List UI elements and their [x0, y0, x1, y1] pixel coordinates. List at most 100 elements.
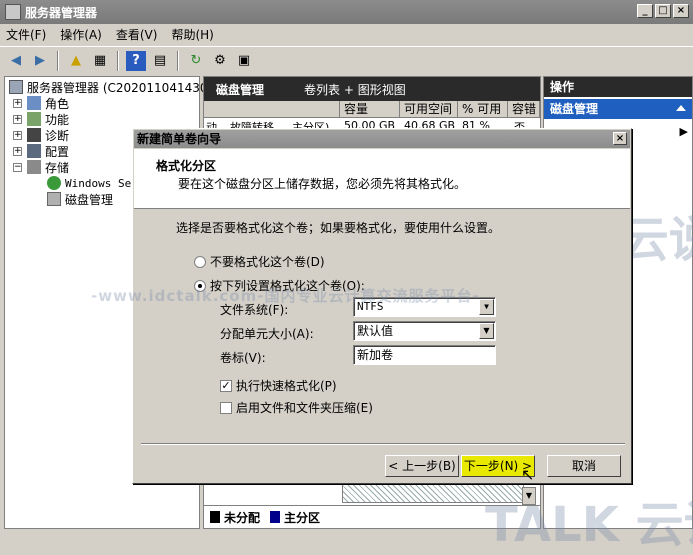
disk-management-icon — [47, 192, 61, 206]
features-icon — [27, 112, 41, 126]
option-do-not-format[interactable]: 不要格式化这个卷(D) — [194, 253, 325, 270]
dialog-title: 新建简单卷向导 — [134, 130, 630, 148]
properties-icon[interactable]: ▤ — [150, 51, 170, 71]
option-label: 不要格式化这个卷(D) — [210, 255, 325, 269]
menu-file[interactable]: 文件(F) — [6, 26, 46, 43]
button-separator — [141, 443, 625, 445]
refresh-icon[interactable]: ↻ — [186, 51, 206, 71]
roles-icon — [27, 96, 41, 110]
allocation-label: 分配单元大小(A): — [220, 327, 314, 341]
tree-root-label: 服务器管理器 (C2020110414307 — [27, 80, 216, 95]
legend-primary: 主分区 — [284, 510, 321, 525]
allocation-combo[interactable]: 默认值 ▼ — [353, 321, 496, 341]
column-header-capacity[interactable]: 容量 — [340, 101, 400, 118]
menu-action[interactable]: 操作(A) — [60, 26, 102, 43]
tree-item-roles[interactable]: + 角色 — [13, 95, 69, 111]
radio-format[interactable] — [194, 279, 206, 292]
window-titlebar: 服务器管理器 — [0, 0, 693, 24]
compression-checkbox[interactable]: 启用文件和文件夹压缩(E) — [220, 399, 373, 416]
tree-item-storage[interactable]: − 存储 — [13, 159, 69, 175]
filesystem-value: NTFS — [357, 300, 384, 313]
option-format[interactable]: 按下列设置格式化这个卷(O): — [194, 277, 365, 294]
chevron-down-icon[interactable]: ▼ — [479, 323, 494, 339]
diagnostics-icon — [27, 128, 41, 142]
unallocated-swatch — [210, 511, 220, 523]
up-folder-icon[interactable]: ▲ — [66, 51, 86, 71]
toolbar: ◀ ▶ ▲ ▦ ? ▤ ↻ ⚙ ▣ — [0, 46, 693, 74]
disk-icon[interactable]: ▣ — [234, 51, 254, 71]
expand-icon[interactable]: + — [13, 114, 22, 124]
menu-help[interactable]: 帮助(H) — [171, 26, 213, 43]
server-manager-icon — [5, 4, 21, 20]
dialog-close-button[interactable]: × — [613, 132, 627, 145]
primary-swatch — [270, 511, 281, 523]
check-icon[interactable]: ✓ — [220, 379, 232, 392]
new-simple-volume-wizard: 新建简单卷向导 × 格式化分区 要在这个磁盘分区上储存数据，您必须先将其格式化。… — [91, 128, 632, 484]
wizard-step-title: 格式化分区 — [156, 159, 217, 173]
forward-arrow-icon[interactable]: ▶ — [30, 51, 50, 71]
legend-unallocated: 未分配 — [224, 510, 261, 525]
back-arrow-icon[interactable]: ◀ — [6, 51, 26, 71]
checkbox-label: 执行快速格式化(P) — [236, 379, 337, 393]
scroll-down-button[interactable]: ▼ — [522, 487, 536, 505]
tree-item-label: 配置 — [45, 144, 70, 159]
collapse-up-icon[interactable] — [676, 105, 686, 111]
chevron-down-icon[interactable]: ▼ — [479, 299, 494, 315]
toolbar-separator — [117, 50, 119, 71]
backup-icon — [47, 176, 61, 190]
expand-icon[interactable]: + — [13, 130, 22, 140]
filesystem-label: 文件系统(F): — [220, 303, 289, 317]
format-prompt: 选择是否要格式化这个卷；如果要格式化，要使用什么设置。 — [176, 221, 501, 235]
column-header-fault[interactable]: 容错 — [508, 101, 540, 118]
menu-view[interactable]: 查看(V) — [116, 26, 158, 43]
help-icon[interactable]: ? — [126, 50, 146, 71]
server-icon — [9, 80, 23, 94]
tree-root[interactable]: 服务器管理器 (C2020110414307 — [9, 79, 215, 95]
expand-icon[interactable]: + — [13, 98, 22, 108]
maximize-button[interactable]: □ — [655, 4, 671, 18]
show-tree-icon[interactable]: ▦ — [90, 51, 110, 71]
pane-header: 磁盘管理 卷列表 + 图形视图 — [204, 77, 540, 101]
minimize-button[interactable]: _ — [637, 4, 653, 18]
volume-label-input[interactable]: 新加卷 — [353, 345, 496, 365]
wizard-body: 选择是否要格式化这个卷；如果要格式化，要使用什么设置。 不要格式化这个卷(D) … — [134, 211, 630, 443]
wizard-header: 格式化分区 要在这个磁盘分区上储存数据，您必须先将其格式化。 — [134, 149, 630, 209]
option-label: 按下列设置格式化这个卷(O): — [210, 279, 365, 293]
back-button[interactable]: < 上一步(B) — [385, 455, 459, 477]
storage-icon — [27, 160, 41, 174]
window-title: 服务器管理器 — [25, 5, 98, 20]
tree-item-label: Windows Ser — [65, 176, 138, 190]
settings-icon[interactable]: ⚙ — [210, 51, 230, 71]
quick-format-checkbox[interactable]: ✓ 执行快速格式化(P) — [220, 377, 337, 394]
actions-disk-management[interactable]: 磁盘管理 — [544, 99, 692, 119]
unallocated-partition[interactable] — [342, 483, 524, 503]
expand-icon[interactable]: + — [13, 146, 22, 156]
filesystem-combo[interactable]: NTFS ▼ — [353, 297, 496, 317]
toolbar-separator — [177, 50, 179, 71]
tree-item-diagnostics[interactable]: + 诊断 — [13, 127, 69, 143]
radio-no-format[interactable] — [194, 255, 206, 268]
allocation-value: 默认值 — [357, 324, 394, 338]
pane-view[interactable]: 卷列表 + 图形视图 — [304, 81, 406, 98]
tree-item-disk-management[interactable]: 磁盘管理 — [47, 191, 113, 207]
close-button[interactable]: × — [673, 4, 689, 18]
tree-item-windows-server-backup[interactable]: Windows Ser — [47, 175, 138, 191]
column-header-blank[interactable] — [204, 101, 340, 118]
tree-item-label: 角色 — [45, 96, 70, 111]
column-header-free[interactable]: 可用空间 — [400, 101, 458, 118]
window-controls: _ □ × — [637, 4, 689, 18]
legend: 未分配 主分区 — [204, 505, 540, 528]
column-header-percent[interactable]: % 可用 — [458, 101, 508, 118]
collapse-icon[interactable]: − — [13, 162, 22, 172]
tree-item-label: 功能 — [45, 112, 70, 127]
wizard-step-description: 要在这个磁盘分区上储存数据，您必须先将其格式化。 — [178, 177, 467, 191]
mouse-cursor-icon: ↖ — [521, 465, 535, 484]
tree-item-label: 诊断 — [45, 128, 70, 143]
more-actions-arrow-icon[interactable]: ▶ — [680, 125, 688, 138]
tree-item-configuration[interactable]: + 配置 — [13, 143, 69, 159]
cancel-button[interactable]: 取消 — [547, 455, 621, 477]
unchecked-box-icon[interactable] — [220, 401, 232, 414]
actions-title: 操作 — [544, 77, 692, 97]
tree-item-features[interactable]: + 功能 — [13, 111, 69, 127]
checkbox-label: 启用文件和文件夹压缩(E) — [236, 401, 373, 415]
